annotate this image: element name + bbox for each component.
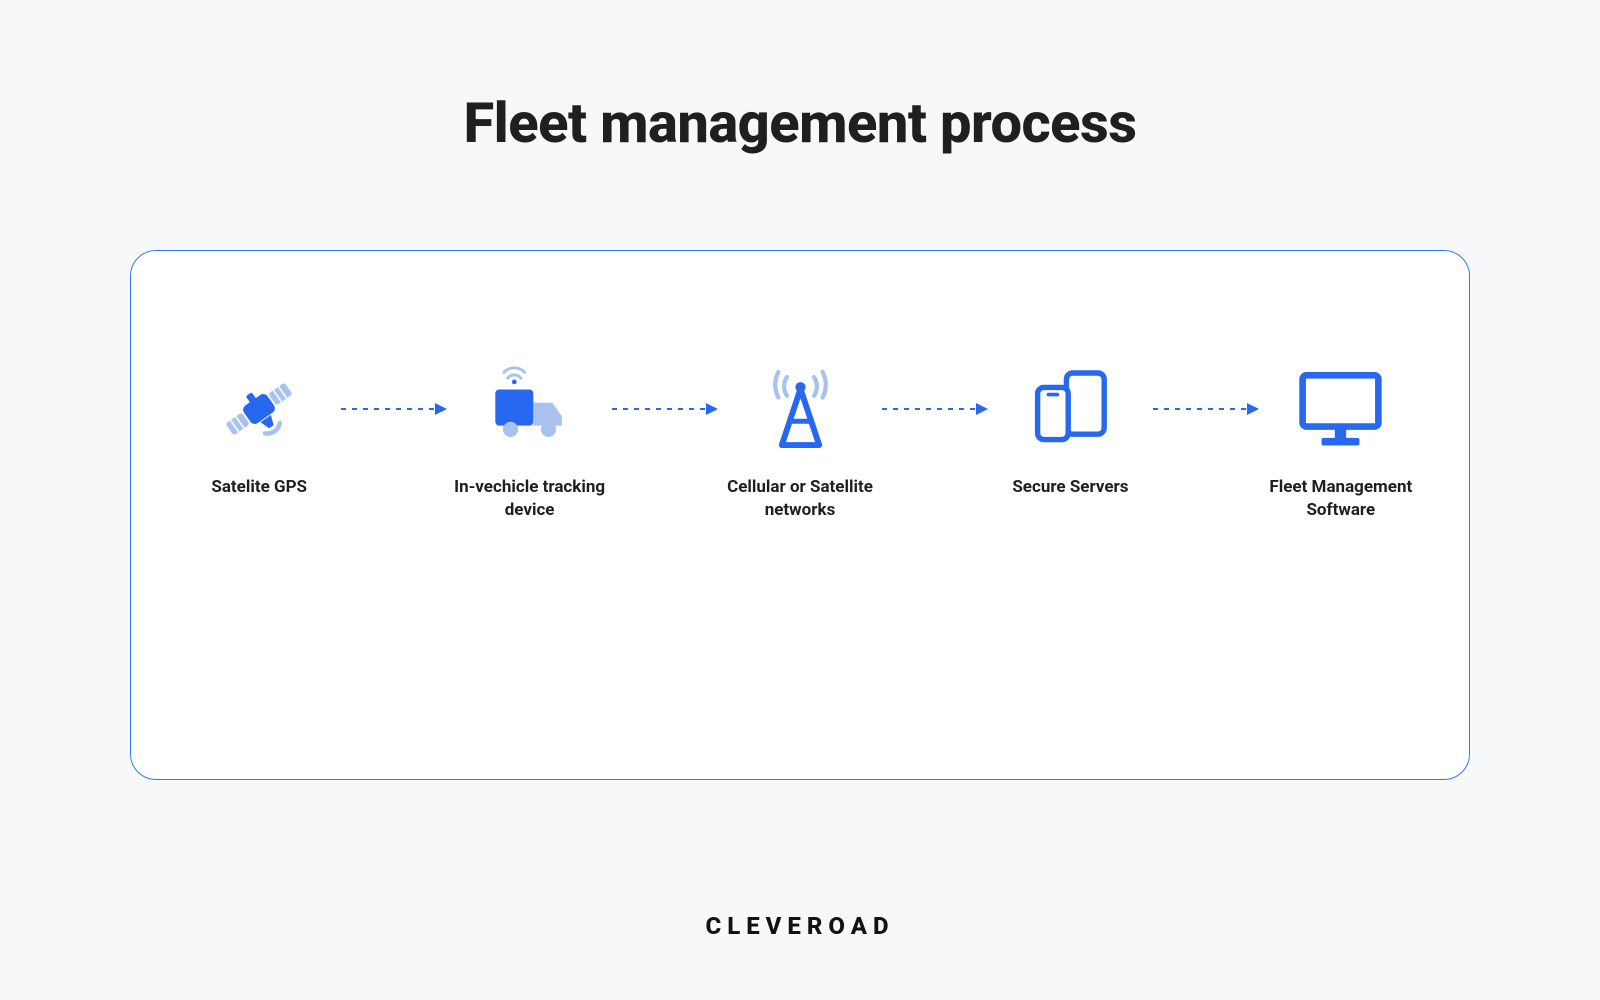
truck-icon xyxy=(482,361,577,456)
brand-logo: CLEVEROAD xyxy=(0,912,1600,940)
step-fleet-software: Fleet Management Software xyxy=(1263,361,1419,522)
flow-arrow-icon xyxy=(337,361,451,456)
step-label: In-vechicle tracking device xyxy=(451,476,607,522)
step-label: Cellular or Satellite networks xyxy=(722,476,878,522)
flow-arrow-icon xyxy=(608,361,722,456)
step-label: Secure Servers xyxy=(1012,476,1128,499)
diagram-card: Satelite GPS In-vechi xyxy=(130,250,1470,780)
antenna-icon xyxy=(758,361,843,456)
step-secure-servers: Secure Servers xyxy=(992,361,1148,499)
satellite-icon xyxy=(214,361,304,456)
step-label: Satelite GPS xyxy=(211,476,307,499)
devices-icon xyxy=(1025,361,1115,456)
step-tracking-device: In-vechicle tracking device xyxy=(451,361,607,522)
monitor-icon xyxy=(1293,361,1388,456)
flow-arrow-icon xyxy=(878,361,992,456)
step-satellite-gps: Satelite GPS xyxy=(181,361,337,499)
step-label: Fleet Management Software xyxy=(1263,476,1419,522)
diagram-title: Fleet management process xyxy=(0,0,1600,156)
step-networks: Cellular or Satellite networks xyxy=(722,361,878,522)
flow-arrow-icon xyxy=(1149,361,1263,456)
process-flow: Satelite GPS In-vechi xyxy=(181,361,1419,522)
